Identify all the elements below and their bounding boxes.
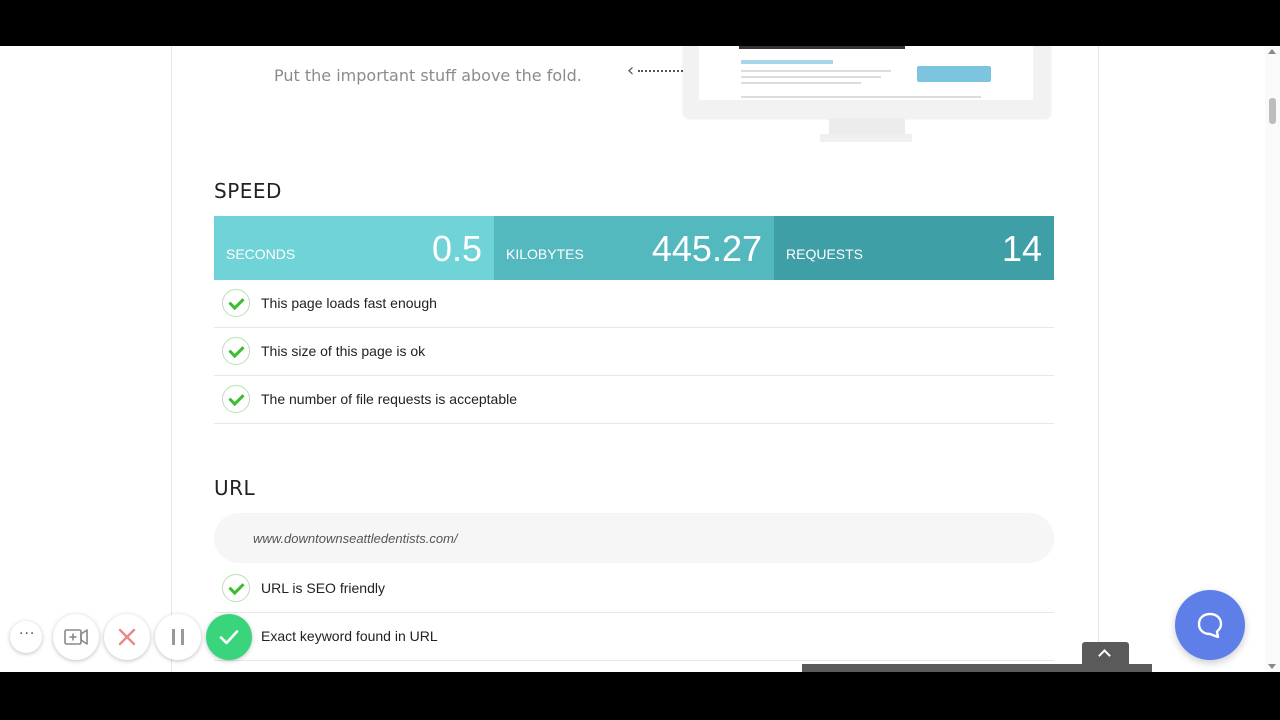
speed-metrics: SECONDS 0.5 KILOBYTES 445.27 REQUESTS 14 — [214, 216, 1054, 280]
metric-seconds: SECONDS 0.5 — [214, 216, 494, 280]
scroll-down-icon[interactable] — [1268, 664, 1276, 669]
list-item: This size of this page is ok — [214, 328, 1054, 376]
list-item: This page loads fast enough — [214, 280, 1054, 328]
fold-tip-text: Put the important stuff above the fold. — [274, 66, 582, 85]
page-viewport: Put the important stuff above the fold. … — [0, 46, 1280, 672]
speed-check-list: This page loads fast enough This size of… — [214, 280, 1054, 424]
pause-icon — [172, 629, 184, 645]
chat-bubble-icon — [1197, 612, 1223, 639]
camera-add-icon — [64, 629, 88, 645]
check-icon — [222, 337, 250, 365]
scroll-thumb[interactable] — [1269, 98, 1276, 124]
check-text: This page loads fast enough — [261, 295, 437, 311]
camera-button[interactable] — [53, 614, 99, 660]
cancel-recording-button[interactable] — [104, 614, 150, 660]
check-text: Exact keyword found in URL — [261, 628, 438, 644]
speed-section-title: SPEED — [214, 179, 282, 203]
metric-value: 0.5 — [431, 228, 482, 269]
page-scrollbar[interactable] — [1265, 46, 1280, 672]
check-icon — [222, 574, 250, 602]
url-check-list: URL is SEO friendly Exact keyword found … — [214, 565, 1054, 661]
metric-value: 445.27 — [651, 228, 762, 269]
check-text: This size of this page is ok — [261, 343, 426, 359]
finish-recording-button[interactable] — [206, 614, 252, 660]
url-text: www.downtownseattledentists.com/ — [253, 531, 458, 546]
monitor-screen — [699, 46, 1033, 100]
arrow-left-icon: ‹ — [627, 60, 635, 81]
check-icon — [222, 289, 250, 317]
metric-value: 14 — [1001, 228, 1042, 269]
metric-label: SECONDS — [226, 246, 296, 262]
metric-requests: REQUESTS 14 — [774, 216, 1054, 280]
metric-label: REQUESTS — [786, 246, 864, 262]
url-section-title: URL — [214, 476, 256, 500]
content-panel: Put the important stuff above the fold. … — [171, 46, 1099, 672]
checkmark-icon — [219, 630, 239, 645]
metric-label: KILOBYTES — [506, 246, 584, 262]
list-item: The number of file requests is acceptabl… — [214, 376, 1054, 424]
check-text: The number of file requests is acceptabl… — [261, 391, 518, 407]
pause-recording-button[interactable] — [155, 614, 201, 660]
check-icon — [222, 385, 250, 413]
metric-kilobytes: KILOBYTES 445.27 — [494, 216, 774, 280]
close-icon — [118, 628, 136, 646]
recorder-toolbar: ··· — [0, 612, 260, 662]
back-to-top-button[interactable] — [1082, 642, 1129, 664]
monitor-illustration — [683, 46, 1051, 118]
monitor-stand — [829, 118, 905, 134]
scroll-up-icon[interactable] — [1268, 49, 1276, 54]
chat-button[interactable] — [1175, 590, 1245, 660]
bottom-bar — [802, 664, 1152, 672]
check-text: URL is SEO friendly — [261, 580, 385, 596]
url-display: www.downtownseattledentists.com/ — [214, 513, 1054, 563]
more-options-button[interactable]: ··· — [10, 621, 42, 653]
list-item: Exact keyword found in URL — [214, 613, 1054, 661]
list-item: URL is SEO friendly — [214, 565, 1054, 613]
monitor-base — [820, 134, 912, 142]
more-icon: ··· — [19, 626, 36, 642]
